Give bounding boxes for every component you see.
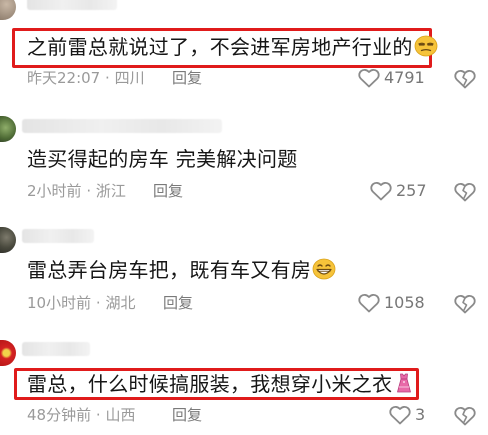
like-button[interactable]: 4791 bbox=[358, 66, 425, 90]
heart-outline-icon bbox=[358, 293, 380, 313]
like-count: 257 bbox=[396, 181, 427, 200]
comment-text-body: 雷总，什么时候搞服装，我想穿小米之衣 bbox=[27, 372, 393, 396]
comment-location: 山西 bbox=[105, 406, 136, 424]
like-count: 1058 bbox=[384, 293, 425, 312]
like-button[interactable]: 257 bbox=[370, 179, 427, 203]
comment-location: 湖北 bbox=[105, 294, 136, 312]
dress-emoji bbox=[393, 372, 415, 401]
broken-heart-icon[interactable] bbox=[454, 181, 476, 203]
username-blurred bbox=[27, 0, 117, 10]
comment-time: 48分钟前 bbox=[27, 406, 92, 424]
like-count: 3 bbox=[415, 405, 426, 424]
comment-location: 四川 bbox=[114, 69, 145, 87]
reply-button[interactable]: 回复 bbox=[163, 293, 193, 313]
like-button[interactable]: 3 bbox=[389, 403, 425, 427]
meta-separator: · bbox=[105, 69, 110, 87]
comment-meta: 10小时前 · 湖北 bbox=[27, 293, 135, 313]
broken-heart-icon[interactable] bbox=[454, 405, 476, 427]
comment-text-body: 造买得起的房车 完美解决问题 bbox=[27, 147, 298, 171]
grinning-face-emoji bbox=[312, 258, 336, 287]
avatar[interactable] bbox=[0, 116, 16, 142]
broken-heart-icon[interactable] bbox=[454, 293, 476, 315]
comment-text: 造买得起的房车 完美解决问题 bbox=[27, 145, 298, 173]
reply-button[interactable]: 回复 bbox=[172, 405, 202, 425]
username-blurred bbox=[22, 229, 94, 243]
comment-list: 之前雷总就说过了，不会进军房地产行业的 昨天22:07 · 四川 回复 4791… bbox=[0, 0, 488, 435]
comment-time: 2小时前 bbox=[27, 182, 82, 200]
comment-item: 之前雷总就说过了，不会进军房地产行业的 昨天22:07 · 四川 回复 4791 bbox=[0, 0, 488, 100]
comment-text-body: 之前雷总就说过了，不会进军房地产行业的 bbox=[27, 35, 413, 59]
meta-separator: · bbox=[86, 182, 92, 200]
comment-text: 雷总弄台房车把，既有车又有房 bbox=[27, 256, 336, 287]
comment-item: 雷总弄台房车把，既有车又有房 10小时前 · 湖北 回复 1058 bbox=[0, 215, 488, 325]
comment-text: 之前雷总就说过了，不会进军房地产行业的 bbox=[27, 33, 438, 64]
like-count: 4791 bbox=[384, 68, 425, 87]
comment-item: 雷总，什么时候搞服装，我想穿小米之衣 48分钟前 · 山西 回复 3 bbox=[0, 330, 488, 435]
comment-meta: 昨天22:07 · 四川 bbox=[27, 68, 145, 88]
meta-separator: · bbox=[95, 406, 101, 424]
comment-location: 浙江 bbox=[95, 182, 126, 200]
comment-item: 造买得起的房车 完美解决问题 2小时前 · 浙江 回复 257 bbox=[0, 110, 488, 210]
heart-outline-icon bbox=[358, 68, 380, 88]
broken-heart-icon[interactable] bbox=[454, 68, 476, 90]
smirk-face-emoji bbox=[414, 35, 438, 64]
comment-text-body: 雷总弄台房车把，既有车又有房 bbox=[27, 258, 312, 282]
like-button[interactable]: 1058 bbox=[358, 291, 425, 315]
reply-button[interactable]: 回复 bbox=[172, 68, 202, 88]
heart-outline-icon bbox=[389, 405, 411, 425]
heart-outline-icon bbox=[370, 181, 392, 201]
avatar[interactable] bbox=[0, 227, 16, 253]
comment-time: 10小时前 bbox=[27, 294, 92, 312]
reply-button[interactable]: 回复 bbox=[153, 181, 183, 201]
avatar[interactable] bbox=[0, 340, 16, 366]
comment-text: 雷总，什么时候搞服装，我想穿小米之衣 bbox=[27, 370, 415, 401]
avatar[interactable] bbox=[0, 0, 16, 20]
comment-meta: 48分钟前 · 山西 bbox=[27, 405, 135, 425]
username-blurred bbox=[22, 342, 90, 356]
comment-meta: 2小时前 · 浙江 bbox=[27, 181, 126, 201]
meta-separator: · bbox=[95, 294, 101, 312]
username-blurred bbox=[22, 119, 222, 133]
comment-time: 昨天22:07 bbox=[27, 69, 101, 87]
